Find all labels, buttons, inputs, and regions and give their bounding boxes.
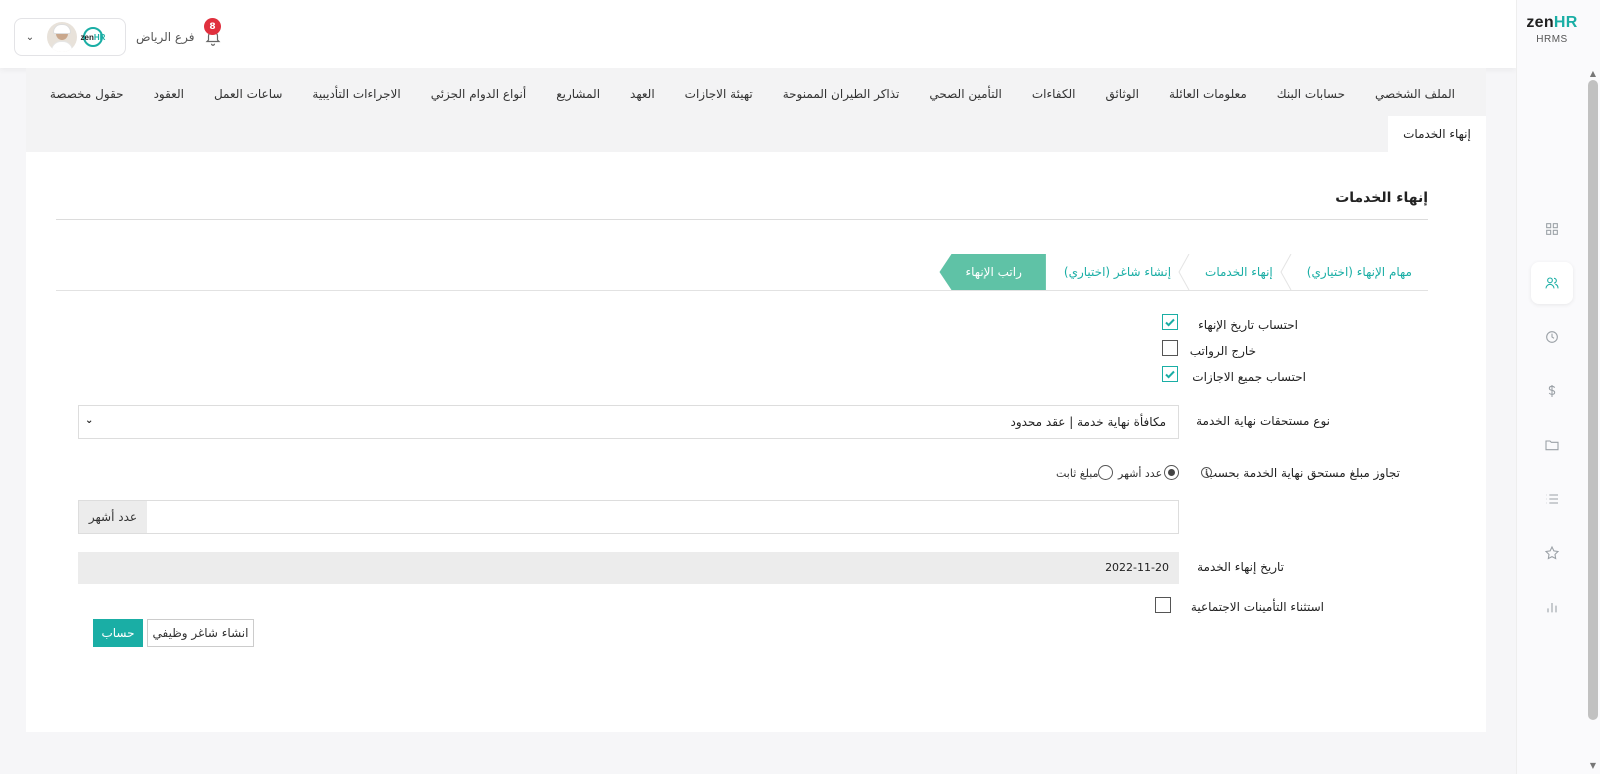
tab-item[interactable]: العهد [615, 84, 670, 104]
months-input-group: عدد أشهر [78, 500, 1179, 534]
tab-item[interactable]: الاجراءات التأديبية [297, 84, 415, 104]
divider [56, 290, 1428, 291]
chevron-down-icon: ⌄ [25, 31, 35, 43]
tab-item[interactable]: حسابات البنك [1262, 84, 1360, 104]
outside-payroll-label: خارج الرواتب [1189, 344, 1256, 358]
chevron-down-icon: ⌄ [85, 415, 94, 426]
radio-fixed-amount[interactable] [1098, 465, 1113, 480]
profile-tabs: الملف الشخصي حسابات البنك معلومات العائلة ا… [26, 68, 1486, 152]
wizard-step-end-of-service[interactable]: إنهاء الخدمات [1178, 253, 1289, 291]
tab-item[interactable]: ساعات العمل [199, 84, 297, 104]
tab-item[interactable]: حقول مخصصة [35, 84, 139, 104]
radio-months[interactable] [1164, 465, 1179, 480]
eos-type-select[interactable]: مكافأة نهاية خدمة | عقد محدود ⌄ [78, 405, 1179, 439]
clock-icon[interactable] [1531, 316, 1573, 358]
user-menu[interactable]: ⌄ zen HR [14, 18, 126, 56]
override-label: تجاوز مبلغ مستحق نهاية الخدمة بحسب [1205, 466, 1400, 480]
notification-badge: 8 [204, 18, 221, 35]
star-icon[interactable] [1531, 532, 1573, 574]
tab-item[interactable]: تهيئة الاجازات [670, 84, 768, 104]
tab-item[interactable]: الملف الشخصي [1360, 84, 1470, 104]
calc-termination-date-label: احتساب تاريخ الإنهاء [1198, 318, 1298, 332]
tab-item[interactable]: تذاكر الطيران الممنوحة [768, 84, 915, 104]
tab-item[interactable]: الوثائق [1090, 84, 1154, 104]
dashboard-icon[interactable] [1531, 208, 1573, 250]
info-icon[interactable]: i [1201, 467, 1212, 478]
list-icon[interactable] [1531, 478, 1573, 520]
exclude-gosi-label: استثناء التأمينات الاجتماعية [1190, 600, 1324, 614]
eos-type-label: نوع مستحقات نهاية الخدمة [1196, 414, 1330, 428]
tab-item[interactable]: أنواع الدوام الجزئي [416, 84, 542, 104]
scrollbar[interactable] [1588, 80, 1598, 720]
radio-months-label: عدد أشهر [1118, 467, 1163, 480]
people-icon[interactable] [1531, 262, 1573, 304]
tab-end-of-service[interactable]: إنهاء الخدمات [1388, 116, 1486, 152]
wizard-step-termination-tasks[interactable]: مهام الإنهاء (اختياري) [1280, 253, 1428, 291]
calc-all-leaves-checkbox[interactable] [1162, 366, 1178, 382]
end-date-field: 2022-11-20 [78, 552, 1179, 584]
wizard-step-final-salary[interactable]: راتب الإنهاء [939, 254, 1046, 290]
exclude-gosi-checkbox[interactable] [1155, 597, 1171, 613]
main-card: إنهاء الخدمات مهام الإنهاء (اختياري) إنه… [26, 152, 1486, 732]
top-header: ⌄ zen HR فرع الرياض 8 [0, 0, 1516, 68]
folder-icon[interactable] [1531, 424, 1573, 466]
outside-payroll-checkbox[interactable] [1162, 340, 1178, 356]
tab-item[interactable]: التأمين الصحي [914, 84, 1016, 104]
tab-item[interactable]: الكفاءات [1017, 84, 1091, 104]
scroll-down-arrow[interactable]: ▼ [1589, 762, 1597, 770]
tab-item[interactable]: معلومات العائلة [1154, 84, 1262, 104]
months-input[interactable] [145, 501, 1178, 533]
dollar-icon[interactable] [1531, 370, 1573, 412]
avatar [47, 22, 77, 52]
calc-termination-date-checkbox[interactable] [1162, 314, 1178, 330]
create-vacancy-button[interactable]: انشاء شاغر وظيفي [147, 619, 254, 647]
tab-item[interactable]: المشاريع [541, 84, 615, 104]
chart-icon[interactable] [1531, 586, 1573, 628]
sidebar: zenHR HRMS ▲ ▼ [1516, 0, 1600, 774]
radio-fixed-amount-label: مبلغ ثابت [1056, 467, 1099, 480]
branch-name: فرع الرياض [136, 30, 195, 44]
company-logo: zen HR [81, 27, 105, 47]
tab-row: الملف الشخصي حسابات البنك معلومات العائلة ا… [35, 84, 1470, 104]
end-date-label: تاريخ إنهاء الخدمة [1197, 560, 1284, 574]
zenhr-logo[interactable]: zenHR HRMS [1517, 14, 1587, 45]
calculate-button[interactable]: حساب [93, 619, 143, 647]
tab-item[interactable]: العقود [139, 84, 199, 104]
page-title: إنهاء الخدمات [1335, 190, 1428, 206]
wizard-steps: مهام الإنهاء (اختياري) إنهاء الخدمات إنش… [939, 253, 1428, 291]
scroll-up-arrow[interactable]: ▲ [1589, 70, 1597, 78]
divider [56, 219, 1428, 220]
wizard-step-create-vacancy[interactable]: إنشاء شاغر (اختياري) [1046, 254, 1187, 290]
months-addon: عدد أشهر [79, 501, 147, 533]
calc-all-leaves-label: احتساب جميع الاجازات [1192, 370, 1306, 384]
